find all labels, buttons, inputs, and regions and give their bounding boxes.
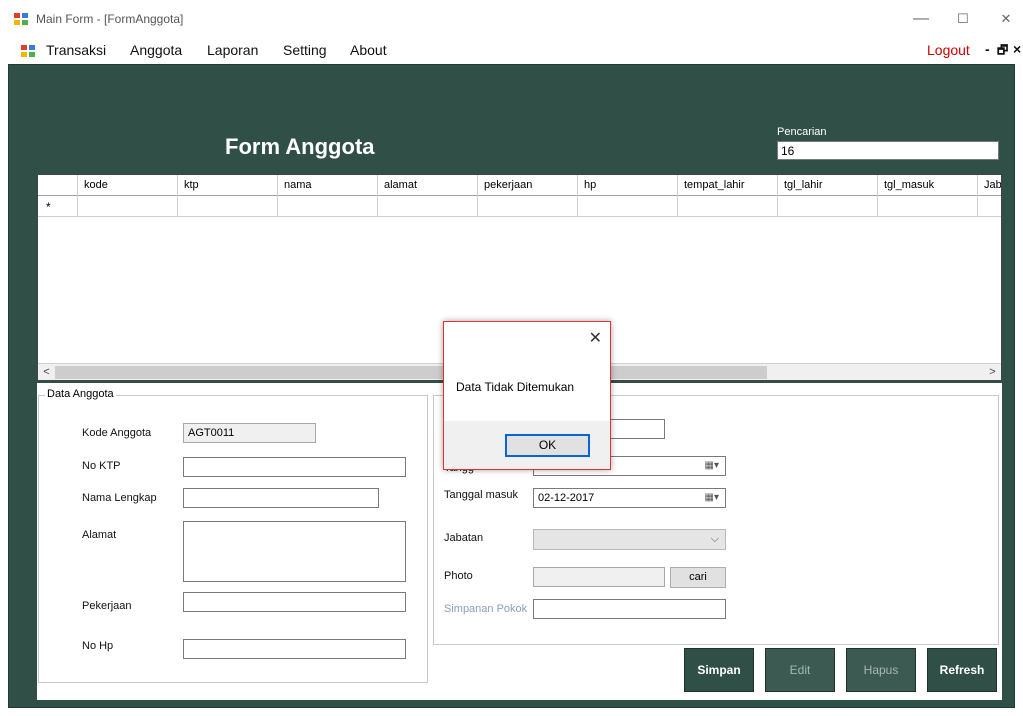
column-header-jabatan[interactable]: Jab <box>978 175 1001 196</box>
pekerjaan-label: Pekerjaan <box>82 600 132 612</box>
photo-label: Photo <box>444 570 473 582</box>
maximize-button[interactable]: ☐ <box>948 8 978 30</box>
column-header-kode[interactable]: kode <box>78 175 178 196</box>
window-title: Main Form - [FormAnggota] <box>36 12 184 26</box>
dialog-close-icon[interactable]: ✕ <box>589 328 602 348</box>
column-header-pekerjaan[interactable]: pekerjaan <box>478 175 578 196</box>
column-header-nama[interactable]: nama <box>278 175 378 196</box>
new-row-marker: * <box>46 200 51 214</box>
dialog-footer: OK <box>444 421 610 469</box>
tanggal-masuk-picker[interactable]: 02-12-2017 ▦▾ <box>533 488 726 508</box>
cari-button[interactable]: cari <box>670 567 726 588</box>
row-header[interactable]: * <box>38 196 78 217</box>
calendar-dropdown-icon[interactable]: ▦▾ <box>705 460 719 471</box>
kode-anggota-field[interactable]: AGT0011 <box>183 423 316 443</box>
alamat-label: Alamat <box>82 529 117 541</box>
column-header-hp[interactable]: hp <box>578 175 678 196</box>
search-label: Pencarian <box>777 126 827 138</box>
calendar-dropdown-icon[interactable]: ▦▾ <box>705 492 719 503</box>
scroll-right-icon[interactable]: > <box>984 364 1001 380</box>
table-cell[interactable] <box>178 196 278 217</box>
ok-button[interactable]: OK <box>505 434 590 457</box>
jabatan-select[interactable]: ⌵ <box>533 529 726 550</box>
table-cell[interactable] <box>978 196 1001 217</box>
column-header-tgl-masuk[interactable]: tgl_masuk <box>878 175 978 196</box>
menu-setting[interactable]: Setting <box>283 42 327 58</box>
minimize-button[interactable]: — <box>906 8 936 30</box>
menu-transaksi[interactable]: Transaksi <box>46 42 106 58</box>
table-cell[interactable] <box>778 196 878 217</box>
table-cell[interactable] <box>878 196 978 217</box>
mdi-restore-button[interactable]: 🗗 <box>997 41 1008 62</box>
row-header-corner <box>38 175 78 196</box>
nama-lengkap-field[interactable] <box>183 488 379 508</box>
jabatan-label: Jabatan <box>444 532 484 544</box>
mdi-minimize-button[interactable]: - <box>985 41 990 57</box>
table-cell[interactable] <box>378 196 478 217</box>
table-cell[interactable] <box>578 196 678 217</box>
no-ktp-field[interactable] <box>183 457 406 477</box>
grid-header: kode ktp nama alamat pekerjaan hp tempat… <box>38 175 1001 196</box>
logout-menu[interactable]: Logout <box>927 42 970 58</box>
simpan-button[interactable]: Simpan <box>684 648 754 692</box>
no-ktp-label: No KTP <box>82 460 121 472</box>
menu-about[interactable]: About <box>350 42 387 58</box>
alamat-field[interactable] <box>183 521 406 582</box>
table-row-new[interactable]: * <box>38 196 1001 217</box>
column-header-tgl-lahir[interactable]: tgl_lahir <box>778 175 878 196</box>
simpanan-pokok-field[interactable] <box>533 599 726 619</box>
column-header-alamat[interactable]: alamat <box>378 175 478 196</box>
scroll-left-icon[interactable]: < <box>38 364 55 380</box>
simpanan-pokok-label: Simpanan Pokok <box>444 603 528 615</box>
data-anggota-legend: Data Anggota <box>45 388 116 400</box>
tanggal-masuk-value: 02-12-2017 <box>538 492 595 504</box>
hapus-button[interactable]: Hapus <box>846 648 916 692</box>
menu-bar: Transaksi Anggota Laporan Setting About … <box>0 38 1023 64</box>
menu-laporan[interactable]: Laporan <box>207 42 258 58</box>
refresh-button[interactable]: Refresh <box>927 648 997 692</box>
window-titlebar: Main Form - [FormAnggota] — ☐ ✕ <box>0 0 1023 38</box>
message-dialog: ✕ Data Tidak Ditemukan OK <box>443 321 611 470</box>
nama-lengkap-label: Nama Lengkap <box>82 492 157 504</box>
tanggal-masuk-label: Tanggal masuk <box>444 489 518 501</box>
pekerjaan-field[interactable] <box>183 592 406 612</box>
column-header-tempat-lahir[interactable]: tempat_lahir <box>678 175 778 196</box>
no-hp-field[interactable] <box>183 639 406 659</box>
mdi-child-icon[interactable] <box>21 45 35 57</box>
dialog-message: Data Tidak Ditemukan <box>456 380 575 394</box>
column-header-ktp[interactable]: ktp <box>178 175 278 196</box>
photo-path-field[interactable] <box>533 567 665 587</box>
table-cell[interactable] <box>278 196 378 217</box>
form-header: Form Anggota Pencarian 16 <box>37 122 1002 172</box>
mdi-close-button[interactable]: × <box>1013 41 1021 57</box>
scrollbar-thumb[interactable] <box>55 366 767 379</box>
app-icon <box>14 13 28 25</box>
table-cell[interactable] <box>678 196 778 217</box>
menu-anggota[interactable]: Anggota <box>130 42 182 58</box>
close-button[interactable]: ✕ <box>991 8 1021 30</box>
table-cell[interactable] <box>78 196 178 217</box>
form-title: Form Anggota <box>225 134 375 159</box>
kode-anggota-label: Kode Anggota <box>82 427 152 439</box>
no-hp-label: No Hp <box>82 640 114 652</box>
search-input[interactable]: 16 <box>777 141 999 160</box>
table-cell[interactable] <box>478 196 578 217</box>
chevron-down-icon[interactable]: ⌵ <box>711 533 719 546</box>
edit-button[interactable]: Edit <box>765 648 835 692</box>
